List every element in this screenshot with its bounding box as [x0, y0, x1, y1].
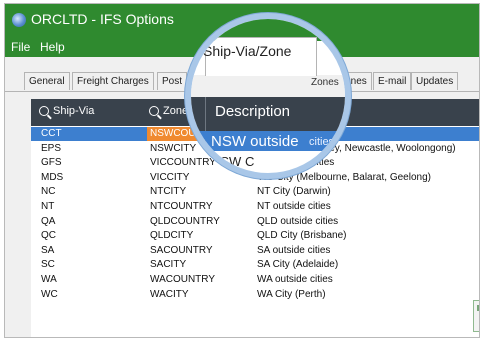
- table-row[interactable]: WA WACOUNTRY WA outside cities: [31, 273, 479, 287]
- tab-email[interactable]: E-mail: [373, 72, 412, 90]
- lens-row-description: NSW C: [211, 154, 255, 169]
- tab-ship-via-zone-label: Ship-Via/Zone: [203, 43, 292, 59]
- cell-ship-via: EPS: [41, 142, 62, 154]
- cell-description: QLD City (Brisbane): [257, 230, 347, 242]
- cell-zone: VICCOUNTRY: [150, 157, 216, 169]
- tab-post[interactable]: Post: [157, 72, 188, 90]
- menu-file[interactable]: File: [11, 40, 30, 54]
- cell-zone: QLDCOUNTRY: [150, 215, 220, 227]
- cell-ship-via: CCT: [41, 128, 62, 139]
- cell-zone: VICCITY: [150, 171, 190, 183]
- table-row[interactable]: QC QLDCITY QLD City (Brisbane): [31, 229, 479, 243]
- tab-updates[interactable]: Updates: [411, 72, 459, 90]
- cell-ship-via: SA: [41, 244, 55, 256]
- window-title: ORCLTD - IFS Options: [31, 11, 174, 27]
- cell-ship-via: SC: [41, 259, 55, 271]
- side-panel-tab[interactable]: [473, 300, 479, 332]
- cell-description: QLD outside cities: [257, 215, 339, 227]
- cell-ship-via: NT: [41, 201, 55, 212]
- magnifier-lens: Ship-Via/Zone Zones Description NSW outs…: [185, 13, 351, 179]
- column-zone[interactable]: Zone: [149, 105, 188, 117]
- cell-zone: WACITY: [150, 288, 189, 300]
- table-row[interactable]: SC SACITY SA City (Adelaide): [31, 258, 479, 272]
- cell-description: SA outside cities: [257, 244, 331, 256]
- cell-ship-via: GFS: [41, 157, 62, 169]
- table-row[interactable]: WC WACITY WA City (Perth): [31, 288, 479, 302]
- cell-ship-via: WA: [41, 274, 57, 285]
- table-row[interactable]: QA QLDCOUNTRY QLD outside cities: [31, 215, 479, 229]
- cell-description: SA City (Adelaide): [257, 259, 339, 271]
- cell-zone: SACOUNTRY: [150, 244, 213, 256]
- lens-selected-description-tail: cities: [309, 136, 335, 148]
- cell-description: NT outside cities: [257, 201, 331, 212]
- menu-help[interactable]: Help: [40, 40, 65, 54]
- column-ship-via-label: Ship-Via: [53, 105, 95, 117]
- search-icon: [39, 106, 49, 116]
- cell-description: NT City (Darwin): [257, 186, 331, 198]
- cell-zone: NTCITY: [150, 186, 187, 198]
- cell-description: WA City (Perth): [257, 288, 326, 300]
- cell-description: WA outside cities: [257, 274, 333, 285]
- column-description-label[interactable]: Description: [215, 103, 290, 120]
- column-zone-label: Zone: [163, 105, 189, 117]
- app-icon: [12, 13, 26, 27]
- tab-freight-charges[interactable]: Freight Charges: [72, 72, 154, 90]
- cell-zone: NSWCITY: [150, 142, 197, 154]
- table-row[interactable]: NC NTCITY NT City (Darwin): [31, 185, 479, 199]
- tab-general[interactable]: General: [24, 72, 70, 90]
- cell-zone: WACOUNTRY: [150, 274, 215, 285]
- search-icon: [149, 106, 159, 116]
- cell-ship-via: QC: [41, 230, 56, 242]
- cell-zone: SACITY: [150, 259, 187, 271]
- table-row[interactable]: SA SACOUNTRY SA outside cities: [31, 244, 479, 258]
- cell-ship-via: NC: [41, 186, 56, 198]
- cell-zone: NTCOUNTRY: [150, 201, 213, 212]
- cell-zone: QLDCITY: [150, 230, 194, 242]
- cell-ship-via: MDS: [41, 171, 64, 183]
- cell-ship-via: WC: [41, 288, 58, 300]
- lens-selected-description: NSW outside: [211, 133, 299, 150]
- table-row[interactable]: NT NTCOUNTRY NT outside cities: [31, 200, 479, 214]
- column-ship-via[interactable]: Ship-Via: [39, 105, 94, 117]
- cell-ship-via: QA: [41, 215, 56, 227]
- lens-tab-zones: Zones: [311, 77, 339, 88]
